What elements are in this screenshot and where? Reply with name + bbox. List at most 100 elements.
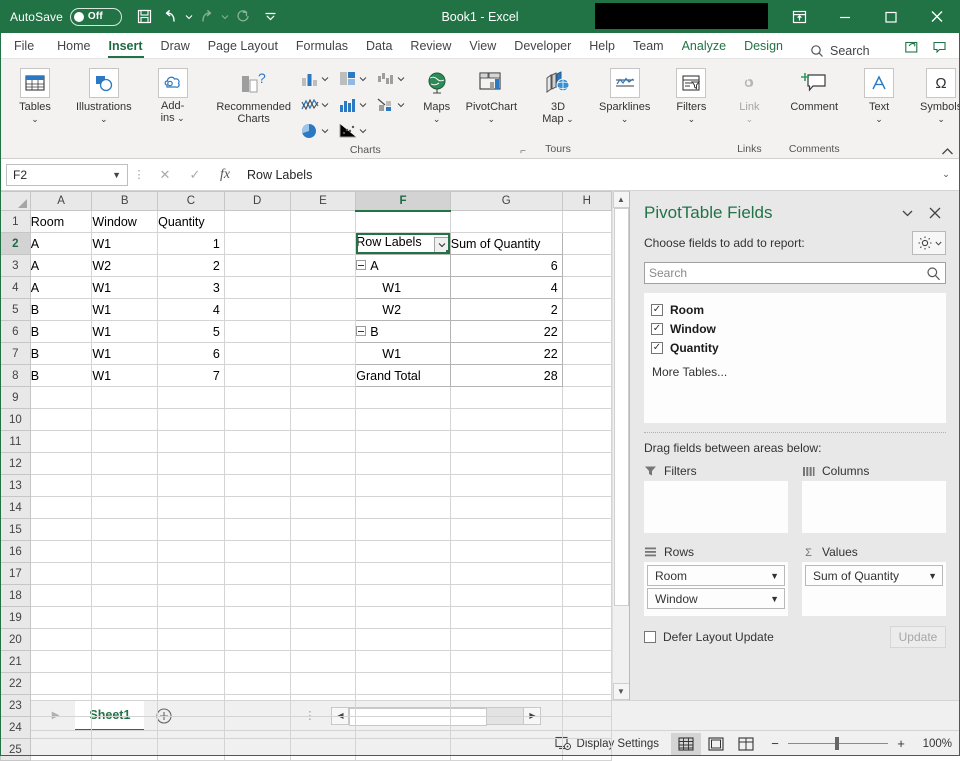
cell-h2[interactable] <box>562 232 613 255</box>
expand-formula-bar-icon[interactable]: ⌄ <box>938 169 954 180</box>
tab-draw[interactable]: Draw <box>152 34 199 58</box>
row-header-19[interactable]: 19 <box>0 606 31 629</box>
cell-b8[interactable]: W1 <box>91 364 159 387</box>
cancel-icon[interactable]: ✕ <box>150 164 180 186</box>
cell-f2-row-labels[interactable]: Row Labels <box>355 232 451 255</box>
cell-g7-pivot-value[interactable]: 22 <box>450 342 563 365</box>
cell-h5[interactable] <box>562 298 613 321</box>
cell-h11[interactable] <box>562 430 613 453</box>
cell-h16[interactable] <box>562 540 613 563</box>
cell-g16[interactable] <box>450 540 563 563</box>
filters-dropzone[interactable] <box>644 481 788 533</box>
tab-data[interactable]: Data <box>357 34 401 58</box>
cell-a10[interactable] <box>30 408 93 431</box>
cell-c19[interactable] <box>157 606 225 629</box>
cell-g22[interactable] <box>450 672 563 695</box>
cell-e3[interactable] <box>290 254 357 277</box>
cell-g18[interactable] <box>450 584 563 607</box>
field-list-settings-icon[interactable] <box>912 231 946 255</box>
cell-d24[interactable] <box>224 716 291 739</box>
cell-e24[interactable] <box>290 716 357 739</box>
cell-d21[interactable] <box>224 650 291 673</box>
autosave-toggle[interactable]: Off <box>69 7 122 26</box>
cell-d6[interactable] <box>224 320 291 343</box>
row-header-17[interactable]: 17 <box>0 562 31 585</box>
cell-f3-pivot-row[interactable]: A <box>355 254 451 277</box>
cell-f18[interactable] <box>355 584 451 607</box>
save-icon[interactable] <box>130 4 160 30</box>
combo-chart-button[interactable] <box>376 96 414 114</box>
formula-input[interactable]: Row Labels <box>240 163 938 186</box>
cell-c3[interactable]: 2 <box>157 254 225 277</box>
cell-f25[interactable] <box>355 738 451 761</box>
values-field-sum-of-quantity[interactable]: Sum of Quantity ▼ <box>805 565 943 586</box>
cell-c21[interactable] <box>157 650 225 673</box>
enter-icon[interactable]: ✓ <box>180 164 210 186</box>
cell-h23[interactable] <box>562 694 613 717</box>
sparklines-button[interactable]: Sparklines ⌄ <box>593 64 656 124</box>
row-header-1[interactable]: 1 <box>0 210 31 233</box>
cell-f20[interactable] <box>355 628 451 651</box>
cell-a15[interactable] <box>30 518 93 541</box>
tab-page-layout[interactable]: Page Layout <box>199 34 287 58</box>
collapse-icon[interactable] <box>356 260 367 271</box>
cell-b9[interactable] <box>91 386 159 409</box>
cell-e19[interactable] <box>290 606 357 629</box>
cell-d4[interactable] <box>224 276 291 299</box>
cell-c8[interactable]: 7 <box>157 364 225 387</box>
cell-a4[interactable]: A <box>30 276 93 299</box>
cell-g20[interactable] <box>450 628 563 651</box>
statistic-chart-button[interactable] <box>338 96 376 114</box>
filters-button[interactable]: Filters ⌄ <box>668 64 714 124</box>
cell-b25[interactable] <box>91 738 159 761</box>
cell-f19[interactable] <box>355 606 451 629</box>
cell-a25[interactable] <box>30 738 93 761</box>
close-pane-icon[interactable] <box>924 203 946 223</box>
cell-c25[interactable] <box>157 738 225 761</box>
cell-b24[interactable] <box>91 716 159 739</box>
cell-c23[interactable] <box>157 694 225 717</box>
cell-b15[interactable] <box>91 518 159 541</box>
column-header-b[interactable]: B <box>91 191 159 211</box>
cell-d20[interactable] <box>224 628 291 651</box>
cell-d9[interactable] <box>224 386 291 409</box>
cell-b5[interactable]: W1 <box>91 298 159 321</box>
page-break-preview-view-button[interactable] <box>731 733 761 755</box>
cell-e10[interactable] <box>290 408 357 431</box>
column-header-f[interactable]: F <box>355 191 451 212</box>
cell-c14[interactable] <box>157 496 225 519</box>
formula-bar-drag-handle[interactable]: ⋮ <box>128 168 150 181</box>
tab-team[interactable]: Team <box>624 34 673 58</box>
ribbon-display-options-icon[interactable] <box>776 0 822 33</box>
cell-c16[interactable] <box>157 540 225 563</box>
cell-c20[interactable] <box>157 628 225 651</box>
cell-g14[interactable] <box>450 496 563 519</box>
scroll-up-icon[interactable]: ▲ <box>612 191 630 208</box>
more-tables-link[interactable]: More Tables... <box>651 357 945 379</box>
cell-b23[interactable] <box>91 694 159 717</box>
tab-help[interactable]: Help <box>580 34 624 58</box>
cell-f16[interactable] <box>355 540 451 563</box>
cell-f12[interactable] <box>355 452 451 475</box>
cell-h3[interactable] <box>562 254 613 277</box>
cell-d18[interactable] <box>224 584 291 607</box>
cell-d5[interactable] <box>224 298 291 321</box>
cell-d8[interactable] <box>224 364 291 387</box>
select-all-corner[interactable] <box>0 191 31 211</box>
row-header-24[interactable]: 24 <box>0 716 31 739</box>
row-header-21[interactable]: 21 <box>0 650 31 673</box>
checkbox-room[interactable]: ✓ <box>651 303 663 316</box>
cell-g1[interactable] <box>450 210 563 233</box>
cell-b20[interactable] <box>91 628 159 651</box>
cell-f1[interactable] <box>355 210 451 233</box>
row-header-20[interactable]: 20 <box>0 628 31 651</box>
chevron-down-icon[interactable]: ▼ <box>770 571 779 581</box>
cell-g11[interactable] <box>450 430 563 453</box>
cell-d23[interactable] <box>224 694 291 717</box>
cell-e16[interactable] <box>290 540 357 563</box>
search-box[interactable]: Search <box>810 44 870 58</box>
cell-a5[interactable]: B <box>30 298 93 321</box>
cell-h24[interactable] <box>562 716 613 739</box>
cell-h17[interactable] <box>562 562 613 585</box>
cell-h1[interactable] <box>562 210 613 233</box>
